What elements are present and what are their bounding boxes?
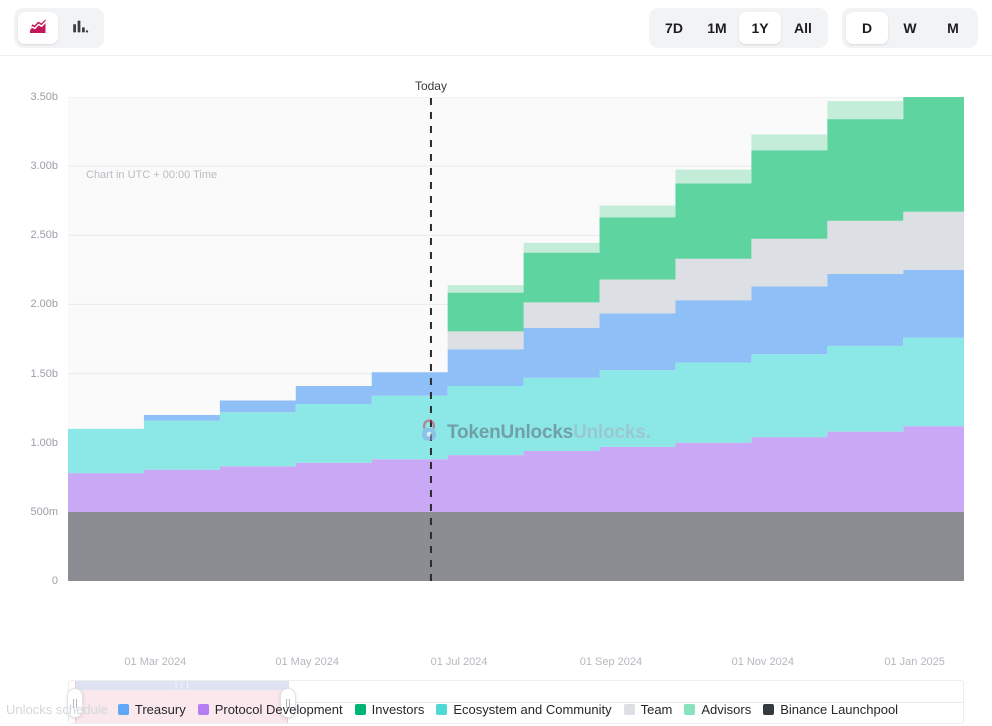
interval-button-m[interactable]: M [932, 12, 974, 44]
legend-item-treasury[interactable]: Treasury [118, 702, 186, 717]
y-axis-tick-label: 2.00b [0, 298, 58, 310]
legend-label-team: Team [641, 702, 673, 717]
chart-toolbar: 7D 1M 1Y All D W M [0, 0, 992, 56]
legend-item-advisors[interactable]: Advisors [684, 702, 751, 717]
x-axis-tick-label: 01 Jul 2024 [431, 656, 488, 668]
interval-selector-group: D W M [842, 8, 978, 48]
y-axis-tick-label: 500m [0, 506, 58, 518]
area-chart-icon [28, 16, 48, 39]
legend-item-team[interactable]: Team [624, 702, 673, 717]
y-axis-tick-label: 0 [0, 575, 58, 587]
chart-legend: Unlocks schedule Treasury Protocol Devel… [0, 698, 992, 720]
legend-label-treasury: Treasury [135, 702, 186, 717]
navigator-grip-marks: | | | [175, 682, 189, 689]
legend-item-ecosystem-and-community[interactable]: Ecosystem and Community [436, 702, 611, 717]
range-button-7d[interactable]: 7D [653, 12, 695, 44]
area-series-binance-launchpool [68, 512, 964, 581]
unlock-chart-page: 7D 1M 1Y All D W M Today Chart in UTC + … [0, 0, 992, 726]
legend-item-investors[interactable]: Investors [355, 702, 425, 717]
bar-chart-toggle[interactable] [60, 12, 100, 44]
y-axis-tick-label: 3.00b [0, 160, 58, 172]
interval-button-w[interactable]: W [889, 12, 931, 44]
y-axis-tick-label: 2.50b [0, 229, 58, 241]
legend-swatch-treasury [118, 704, 129, 715]
legend-swatch-investors [355, 704, 366, 715]
legend-swatch-ecosystem-and-community [436, 704, 447, 715]
legend-label-investors: Investors [372, 702, 425, 717]
range-button-all[interactable]: All [782, 12, 824, 44]
chart-type-toggle-group [14, 8, 104, 48]
legend-swatch-binance-launchpool [763, 704, 774, 715]
x-axis-tick-label: 01 May 2024 [275, 656, 339, 668]
legend-item-protocol-development[interactable]: Protocol Development [198, 702, 343, 717]
legend-title[interactable]: Unlocks schedule [6, 702, 108, 717]
legend-item-binance-launchpool[interactable]: Binance Launchpool [763, 702, 898, 717]
y-axis-tick-label: 3.50b [0, 91, 58, 103]
legend-swatch-team [624, 704, 635, 715]
range-button-1m[interactable]: 1M [696, 12, 738, 44]
bar-chart-icon [70, 16, 90, 39]
legend-label-protocol-development: Protocol Development [215, 702, 343, 717]
interval-button-d[interactable]: D [846, 12, 888, 44]
x-axis-tick-label: 01 Mar 2024 [124, 656, 186, 668]
today-marker-label: Today [415, 79, 447, 93]
range-button-1y[interactable]: 1Y [739, 12, 781, 44]
x-axis-tick-label: 01 Jan 2025 [884, 656, 945, 668]
legend-label-advisors: Advisors [701, 702, 751, 717]
x-axis-tick-label: 01 Sep 2024 [580, 656, 642, 668]
x-axis-tick-label: 01 Nov 2024 [732, 656, 794, 668]
utc-note: Chart in UTC + 00:00 Time [86, 169, 217, 181]
legend-label-ecosystem-and-community: Ecosystem and Community [453, 702, 611, 717]
legend-swatch-advisors [684, 704, 695, 715]
legend-swatch-protocol-development [198, 704, 209, 715]
range-selector-group: 7D 1M 1Y All [649, 8, 828, 48]
legend-label-binance-launchpool: Binance Launchpool [780, 702, 898, 717]
navigator-selection-bar: | | | [76, 681, 288, 690]
chart-container: Today Chart in UTC + 00:00 Time TokenUnl… [0, 56, 992, 726]
toolbar-right-controls: 7D 1M 1Y All D W M [649, 8, 978, 48]
x-axis: 01 Mar 2024 01 May 2024 01 Jul 2024 01 Sep … [0, 656, 992, 674]
y-axis-tick-label: 1.50b [0, 368, 58, 380]
y-axis-tick-label: 1.00b [0, 437, 58, 449]
area-chart-toggle[interactable] [18, 12, 58, 44]
